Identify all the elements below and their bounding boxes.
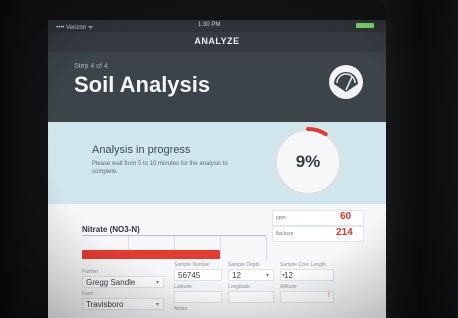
nutrient-label: Nitrate (NO3-N) [82, 225, 140, 234]
nav-title: ANALYZE [194, 36, 240, 46]
sample-number-input[interactable]: 56745 [174, 269, 222, 281]
progress-card: Analysis in progress Please wait from 5 … [48, 122, 386, 204]
chevron-down-icon: ▾ [282, 273, 286, 279]
farm-select[interactable]: Travisboro [82, 298, 164, 310]
chevron-down-icon: ▾ [156, 280, 160, 286]
progress-title: Analysis in progress [92, 144, 191, 156]
longitude-input[interactable] [228, 291, 274, 303]
warning-icon: ! [328, 292, 330, 299]
notes-label: Notes [174, 306, 188, 312]
lbs-label: lbs/acre [276, 231, 294, 237]
progress-description: Please wait from 5 to 10 minutes for the… [92, 161, 228, 175]
core-length-label: Sample Core Length [280, 262, 326, 268]
longitude-label: Longitude [228, 284, 250, 290]
altitude-label: Altitude [280, 284, 297, 290]
lbs-value: 214 [336, 227, 353, 238]
latitude-label: Latitude [174, 284, 192, 290]
farmer-select[interactable]: Gregg Sandle [82, 276, 164, 288]
latitude-input[interactable] [174, 291, 222, 303]
chevron-down-icon: ▾ [266, 273, 270, 279]
altitude-input[interactable] [280, 291, 334, 303]
nutrient-level-bar [82, 250, 220, 259]
status-bar: •••• Verizon ᯤ 1:30 PM [48, 20, 386, 32]
farmer-label: Farmer [82, 269, 99, 275]
sample-depth-label: Sample Depth [228, 262, 260, 268]
sample-number-label: Sample Number [174, 262, 211, 268]
farm-label: Farm [82, 291, 94, 297]
core-length-select[interactable]: 12 [280, 269, 334, 281]
ppm-value: 60 [340, 211, 352, 222]
page-title: Soil Analysis [74, 72, 211, 97]
nav-bar: ANALYZE [48, 32, 386, 52]
scale-tick [266, 236, 267, 260]
step-indicator: Step 4 of 4 [74, 63, 108, 70]
ppm-label: ppm [276, 215, 286, 221]
battery-icon [352, 23, 378, 29]
tablet-screen: •••• Verizon ᯤ 1:30 PM ANALYZE Step 4 of… [48, 20, 386, 318]
gauge-icon[interactable] [328, 64, 364, 100]
page-header: Step 4 of 4 Soil Analysis [48, 52, 386, 122]
chevron-down-icon: ▾ [156, 302, 160, 308]
status-time: 1:30 PM [198, 22, 221, 28]
scale-tick [220, 236, 221, 260]
progress-percent: 9% [295, 152, 321, 171]
carrier-label: •••• Verizon ᯤ [56, 25, 94, 31]
